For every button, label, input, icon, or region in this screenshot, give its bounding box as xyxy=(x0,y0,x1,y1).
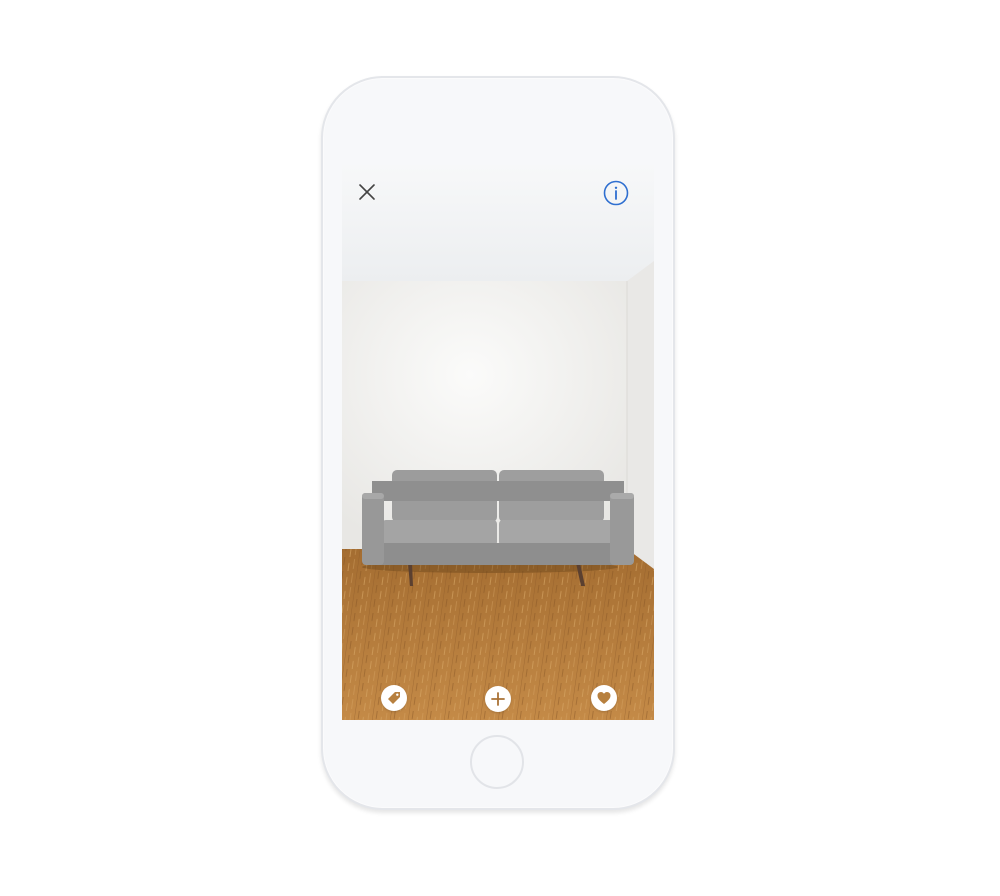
sofa-seat-cushion xyxy=(499,520,617,546)
close-button[interactable] xyxy=(355,180,379,204)
close-icon xyxy=(359,184,375,200)
home-button[interactable] xyxy=(470,735,524,789)
sofa-arm xyxy=(362,493,384,565)
plus-icon xyxy=(491,692,505,706)
favorite-button[interactable] xyxy=(591,685,617,711)
room-scene xyxy=(342,165,654,720)
info-circle-icon xyxy=(603,180,629,206)
sofa-seat-cushion xyxy=(382,520,497,546)
price-tag-icon xyxy=(388,692,400,704)
price-tag-button[interactable] xyxy=(381,685,407,711)
sofa-base xyxy=(370,543,628,565)
ar-camera-view[interactable] xyxy=(342,165,654,720)
info-button[interactable] xyxy=(602,179,630,207)
sofa-arm xyxy=(610,493,634,565)
heart-icon xyxy=(597,692,611,704)
add-button[interactable] xyxy=(485,686,511,712)
